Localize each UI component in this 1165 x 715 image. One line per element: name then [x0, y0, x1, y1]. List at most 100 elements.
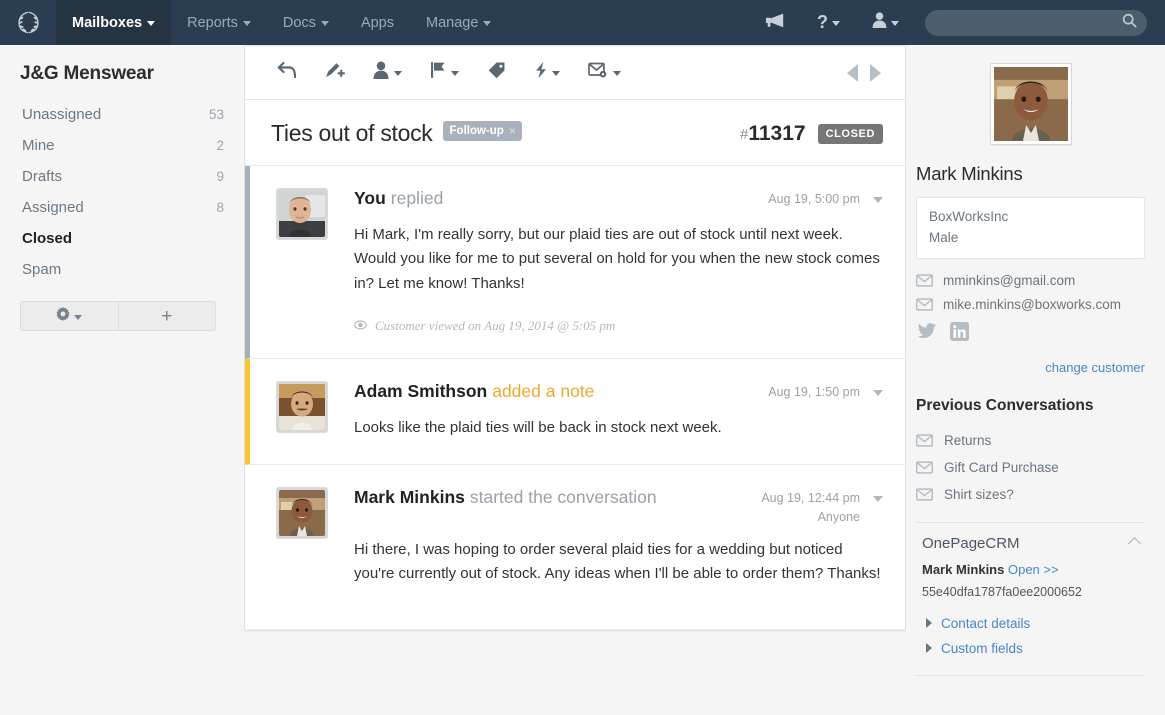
nav-item-manage[interactable]: Manage: [410, 0, 507, 45]
previous-conversation-button[interactable]: [847, 63, 858, 82]
status-badge: CLOSED: [817, 123, 883, 144]
customer-email-row[interactable]: mike.minkins@boxworks.com: [916, 297, 1145, 312]
person-assign-icon: [373, 61, 390, 84]
conversation-toolbar: [245, 46, 905, 100]
chevron-down-icon: [242, 21, 251, 26]
avatar[interactable]: [276, 487, 328, 540]
customer-photo-icon: [993, 67, 1068, 141]
global-search[interactable]: [925, 9, 1147, 36]
top-navbar: Mailboxes Reports Docs Apps Manage ?: [0, 0, 1165, 45]
linkedin-icon[interactable]: [950, 321, 969, 346]
thread-timestamp: Aug 19, 12:44 pm Anyone: [761, 491, 860, 524]
add-note-button[interactable]: [311, 61, 359, 84]
assign-button[interactable]: [359, 61, 416, 84]
customer-email: mminkins@gmail.com: [943, 272, 1076, 288]
thread-options-chevron-down-icon[interactable]: [873, 197, 883, 203]
thread-meta: Aug 19, 12:44 pm Anyone: [761, 487, 883, 524]
sidebar-item-mine[interactable]: Mine 2: [20, 130, 244, 161]
customer-sidebar: Mark Minkins BoxWorksInc Male mminkins@g…: [906, 45, 1165, 715]
nav-item-label: Manage: [426, 14, 479, 31]
folder-label: Closed: [22, 230, 73, 247]
envelope-icon: [916, 461, 933, 474]
divider: [916, 674, 1145, 676]
remove-tag-icon[interactable]: ×: [509, 124, 516, 138]
ticket-number: 11317: [748, 121, 806, 145]
chevron-down-icon: [483, 21, 492, 26]
folder-label: Drafts: [22, 168, 63, 185]
envelope-icon: [916, 274, 933, 287]
sidebar-actions: +: [20, 301, 216, 331]
footnote-text: Customer viewed on Aug 19, 2014 @ 5:05 p…: [375, 317, 616, 333]
thread-author: Adam Smithson: [354, 380, 488, 401]
thread-options-chevron-down-icon[interactable]: [873, 496, 883, 503]
saved-reply-button[interactable]: [520, 61, 574, 84]
thread-author-line: You replied: [354, 188, 443, 209]
envelope-icon: [916, 488, 933, 501]
announcements-button[interactable]: [751, 0, 799, 45]
thread-body: Mark Minkins started the conversation Aug…: [354, 487, 883, 587]
thread-message: Hi there, I was hoping to order several …: [354, 541, 881, 583]
mailbox-settings-button[interactable]: [20, 301, 119, 331]
app-logo[interactable]: [0, 0, 56, 45]
thread-item: You replied Aug 19, 5:00 pm Hi Mark, I'm …: [245, 166, 905, 359]
nav-item-docs[interactable]: Docs: [267, 0, 345, 45]
user-menu-button[interactable]: [858, 0, 913, 45]
previous-conversation-label: Returns: [944, 432, 992, 448]
thread-action: started the conversation: [469, 487, 657, 508]
thread-options-chevron-down-icon[interactable]: [873, 389, 883, 396]
more-actions-button[interactable]: [574, 61, 635, 84]
chevron-down-icon: [451, 71, 459, 76]
reply-button[interactable]: [263, 61, 311, 84]
sidebar-item-closed[interactable]: Closed: [20, 223, 244, 254]
customer-photo[interactable]: [989, 63, 1072, 145]
sidebar-item-assigned[interactable]: Assigned 8: [20, 192, 244, 223]
laurel-wreath-logo-icon: [15, 9, 42, 36]
crm-custom-fields-toggle[interactable]: Custom fields: [916, 636, 1145, 661]
next-conversation-button[interactable]: [870, 63, 881, 82]
conversation-tag[interactable]: Follow-up ×: [442, 120, 522, 141]
avatar[interactable]: [276, 188, 328, 240]
search-input[interactable]: [935, 15, 1122, 30]
twitter-icon[interactable]: [917, 323, 936, 344]
thread-footnote: Customer viewed on Aug 19, 2014 @ 5:05 p…: [354, 318, 883, 334]
chevron-up-icon[interactable]: [1128, 536, 1141, 550]
thread-header: Mark Minkins started the conversation Aug…: [354, 487, 883, 524]
customer-email-row[interactable]: mminkins@gmail.com: [916, 273, 1145, 288]
thread-body: You replied Aug 19, 5:00 pm Hi Mark, I'm …: [354, 188, 883, 334]
nav-item-label: Mailboxes: [72, 14, 143, 31]
previous-conversation-item[interactable]: Shirt sizes?: [916, 481, 1145, 508]
thread-meta: Aug 19, 1:50 pm: [768, 381, 883, 399]
crm-app-header[interactable]: OnePageCRM: [916, 535, 1145, 552]
previous-conversation-item[interactable]: Returns: [916, 427, 1145, 454]
thread-header: Adam Smithson added a note Aug 19, 1:50 p…: [354, 381, 883, 402]
crm-expander-label: Contact details: [941, 615, 1031, 631]
thread-item: Adam Smithson added a note Aug 19, 1:50 p…: [245, 358, 905, 466]
change-customer-link[interactable]: change customer: [916, 360, 1145, 375]
eye-icon: [354, 318, 367, 334]
crm-contact-details-toggle[interactable]: Contact details: [916, 611, 1145, 636]
flag-status-button[interactable]: [416, 61, 473, 84]
nav-item-apps[interactable]: Apps: [345, 0, 410, 45]
sidebar-item-spam[interactable]: Spam: [20, 254, 244, 285]
tag-label: Follow-up: [449, 124, 504, 137]
thread-visibility: Anyone: [817, 510, 860, 525]
chevron-down-icon: [613, 71, 621, 76]
tag-button[interactable]: [473, 61, 520, 84]
sidebar-item-unassigned[interactable]: Unassigned 53: [20, 99, 244, 130]
envelope-icon: [916, 298, 933, 311]
help-button[interactable]: ?: [803, 0, 854, 45]
question-mark-icon: ?: [817, 12, 828, 32]
previous-conversation-item[interactable]: Gift Card Purchase: [916, 454, 1145, 481]
nav-item-reports[interactable]: Reports: [171, 0, 267, 45]
thread-timestamp: Aug 19, 1:50 pm: [768, 384, 860, 399]
crm-open-link[interactable]: Open >>: [1008, 562, 1059, 577]
new-mailbox-button[interactable]: +: [118, 301, 216, 331]
nav-item-mailboxes[interactable]: Mailboxes: [56, 0, 172, 45]
pen-add-note-icon: [325, 61, 345, 84]
folder-label: Assigned: [22, 199, 84, 216]
nav-item-label: Reports: [187, 14, 238, 31]
thread-message: Hi Mark, I'm really sorry, but our plaid…: [354, 226, 880, 292]
avatar[interactable]: [276, 380, 328, 433]
sidebar-item-drafts[interactable]: Drafts 9: [20, 161, 244, 192]
conversation-subject: Ties out of stock: [271, 120, 433, 146]
